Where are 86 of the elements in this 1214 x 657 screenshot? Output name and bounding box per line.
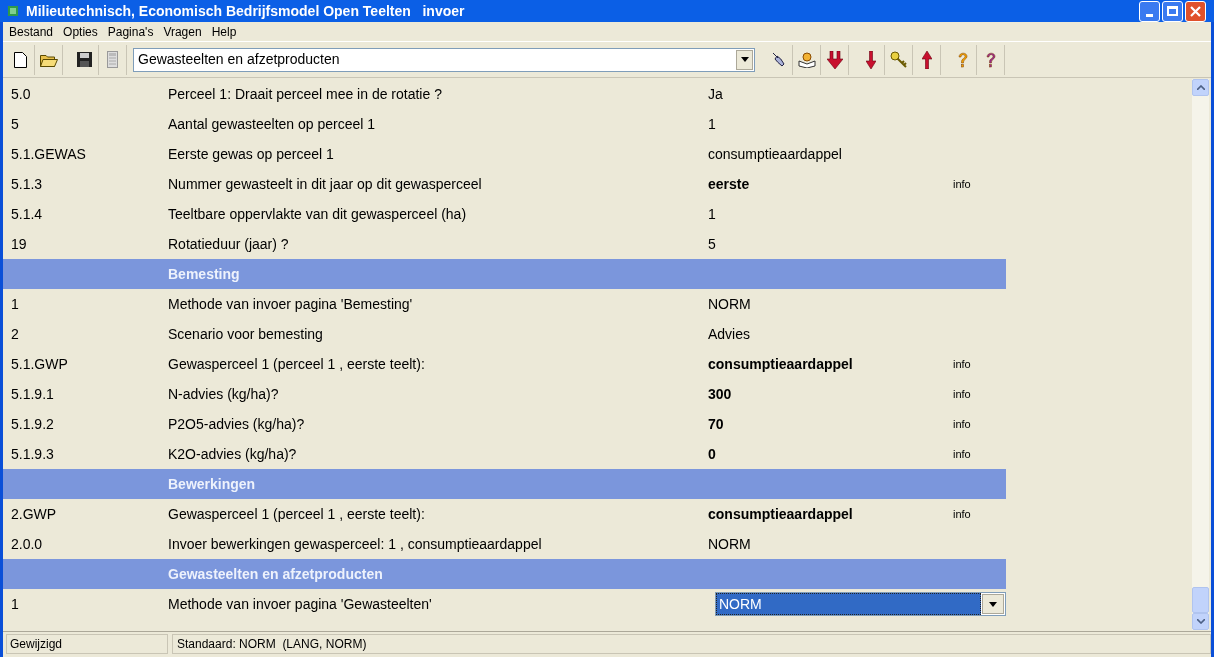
scroll-down-button[interactable] xyxy=(1192,613,1209,630)
answer-value[interactable]: 300 xyxy=(708,383,953,405)
question-code: 2 xyxy=(10,324,20,344)
section-title: Bemesting xyxy=(168,264,240,284)
answer-value[interactable]: 70 xyxy=(708,413,953,435)
question-label: Gewasperceel 1 (perceel 1 , eerste teelt): xyxy=(168,354,426,374)
question-code: 5.1.9.1 xyxy=(10,384,55,404)
question-label: Nummer gewasteelt in dit jaar op dit gewasperceel xyxy=(168,174,483,194)
answer-value[interactable]: 0 xyxy=(708,443,953,465)
question-code: 5 xyxy=(10,114,20,134)
scroll-thumb[interactable] xyxy=(1192,587,1209,613)
app-icon xyxy=(8,6,18,16)
calculator-icon xyxy=(107,51,118,68)
question-label: Perceel 1: Draait perceel mee in de rotatie ? xyxy=(168,84,443,104)
answer-dropdown[interactable]: NORM xyxy=(715,592,1006,616)
question-label: K2O-advies (kg/ha)? xyxy=(168,444,298,464)
question-code: 5.1.4 xyxy=(10,204,44,224)
page-select[interactable]: Gewasteelten en afzetproducten xyxy=(133,47,755,72)
scrollbar[interactable] xyxy=(1192,79,1209,630)
menu-item[interactable]: Pagina's xyxy=(107,22,154,41)
answer-value[interactable]: Advies xyxy=(708,323,953,345)
chevron-up-icon xyxy=(1196,85,1205,90)
question-code: 5.1.GEWAS xyxy=(10,144,87,164)
question-icon xyxy=(985,51,996,68)
minimize-button[interactable] xyxy=(1139,0,1160,22)
question-code: 19 xyxy=(10,234,28,254)
window-title: Milieutechnisch, Economisch Bedrijfsmodel Open Teelten invoer xyxy=(26,1,465,21)
caret-icon xyxy=(740,57,749,62)
answer-value[interactable]: consumptieaardappel xyxy=(708,143,953,165)
folder-icon xyxy=(39,52,58,67)
question-label: Scenario voor bemesting xyxy=(168,324,324,344)
question-code: 1 xyxy=(10,294,20,314)
floppy-icon xyxy=(77,52,92,67)
arrow-up-icon xyxy=(921,50,932,69)
question-label: Teeltbare oppervlakte van dit gewasperceel (ha) xyxy=(168,204,468,224)
section-title: Bewerkingen xyxy=(168,474,256,494)
question-code: 5.1.9.2 xyxy=(10,414,55,434)
menu-item[interactable]: Opties xyxy=(63,22,98,41)
answer-value[interactable]: Ja xyxy=(708,83,953,105)
document-icon xyxy=(14,51,27,68)
answer-value[interactable]: NORM xyxy=(708,293,953,315)
question-label: Gewasperceel 1 (perceel 1 , eerste teelt): xyxy=(168,504,426,524)
question-label: Methode van invoer pagina 'Bemesting' xyxy=(168,294,414,314)
key-icon xyxy=(889,50,908,69)
question-code: 1 xyxy=(10,594,20,614)
answer-value[interactable]: NORM xyxy=(708,533,953,555)
answer-value[interactable]: 1 xyxy=(708,113,953,135)
question-code: 2.GWP xyxy=(10,504,58,524)
close-icon xyxy=(1190,5,1201,17)
caret-icon xyxy=(989,601,997,607)
chevron-down-icon xyxy=(1196,619,1205,624)
double-arrow-down-icon xyxy=(826,50,843,69)
menu-item[interactable]: Vragen xyxy=(163,22,202,41)
question-code: 5.1.3 xyxy=(10,174,44,194)
menu-item[interactable]: Help xyxy=(211,22,237,41)
question-code: 2.0.0 xyxy=(10,534,44,554)
info-link[interactable]: info xyxy=(953,385,971,403)
answer-value[interactable]: consumptieaardappel xyxy=(708,503,953,525)
question-code: 5.1.9.3 xyxy=(10,444,55,464)
scroll-up-button[interactable] xyxy=(1192,79,1209,96)
answer-value[interactable]: 1 xyxy=(708,203,953,225)
question-code: 5.0 xyxy=(10,84,32,104)
maximize-button[interactable] xyxy=(1162,0,1183,22)
section-title: Gewasteelten en afzetproducten xyxy=(168,564,383,584)
answer-value[interactable]: consumptieaardappel xyxy=(708,353,953,375)
status-field: Standaard: NORM (LANG, NORM) xyxy=(172,633,1211,654)
question-label: Invoer bewerkingen gewasperceel: 1 , consumptieaardappel xyxy=(168,534,543,554)
close-button[interactable] xyxy=(1185,0,1206,22)
arrow-down-icon xyxy=(865,50,876,69)
question-label: Eerste gewas op perceel 1 xyxy=(168,144,335,164)
question-code: 5.1.GWP xyxy=(10,354,69,374)
answer-value[interactable]: eerste xyxy=(708,173,953,195)
answer-value[interactable]: 5 xyxy=(708,233,953,255)
question-icon xyxy=(957,51,968,68)
info-link[interactable]: info xyxy=(953,445,971,463)
status-field: Gewijzigd xyxy=(6,633,168,654)
info-link[interactable]: info xyxy=(953,355,971,373)
question-label: N-advies (kg/ha)? xyxy=(168,384,280,404)
question-label: Methode van invoer pagina 'Gewasteelten' xyxy=(168,594,433,614)
question-label: Rotatieduur (jaar) ? xyxy=(168,234,290,254)
question-label: P2O5-advies (kg/ha)? xyxy=(168,414,306,434)
info-link[interactable]: info xyxy=(953,505,971,523)
info-link[interactable]: info xyxy=(953,415,971,433)
info-link[interactable]: info xyxy=(953,175,971,193)
question-label: Aantal gewasteelten op perceel 1 xyxy=(168,114,377,134)
menu-item[interactable]: Bestand xyxy=(9,22,54,41)
